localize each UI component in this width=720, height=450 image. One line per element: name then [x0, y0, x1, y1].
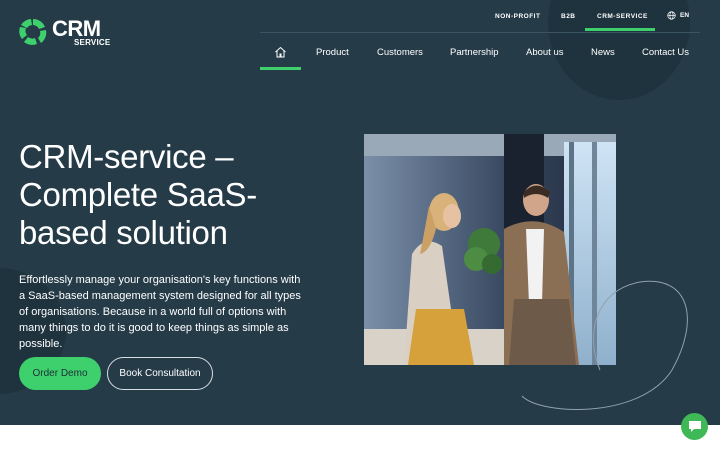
headline-line-1: CRM-service – [19, 138, 234, 175]
nav-partnership[interactable]: Partnership [450, 47, 499, 58]
language-selector[interactable]: EN [667, 11, 689, 20]
next-section [0, 425, 720, 450]
hero-headline: CRM-service – Complete SaaS- based solut… [19, 138, 319, 252]
chat-icon [688, 421, 701, 432]
chat-widget-button[interactable] [681, 413, 708, 440]
hero-lead-text: Effortlessly manage your organisation's … [19, 274, 301, 350]
book-consultation-button[interactable]: Book Consultation [107, 357, 213, 390]
nav-customers[interactable]: Customers [377, 47, 423, 58]
hero-section: CRM SERVICE NON-PROFIT B2B CRM-SERVICE E… [0, 0, 720, 425]
top-nav-b2b[interactable]: B2B [561, 13, 576, 20]
nav-product[interactable]: Product [316, 47, 349, 58]
main-nav-active-indicator [260, 67, 301, 70]
hero-photo [364, 134, 616, 365]
nav-divider [260, 32, 700, 33]
top-nav-active-indicator [585, 28, 655, 31]
nav-news[interactable]: News [591, 47, 615, 58]
top-nav-crm-service[interactable]: CRM-SERVICE [597, 13, 648, 20]
top-nav-non-profit[interactable]: NON-PROFIT [495, 13, 540, 20]
nav-about-us[interactable]: About us [526, 47, 564, 58]
headline-line-3: based solution [19, 214, 228, 251]
home-icon[interactable] [274, 46, 287, 58]
headline-line-2: Complete SaaS- [19, 176, 257, 213]
globe-icon [667, 11, 676, 20]
order-demo-button[interactable]: Order Demo [19, 357, 101, 390]
language-label: EN [680, 12, 690, 19]
top-nav: NON-PROFIT B2B CRM-SERVICE EN [0, 0, 720, 33]
logo-subtitle: SERVICE [74, 37, 111, 47]
nav-contact-us[interactable]: Contact Us [642, 47, 689, 58]
